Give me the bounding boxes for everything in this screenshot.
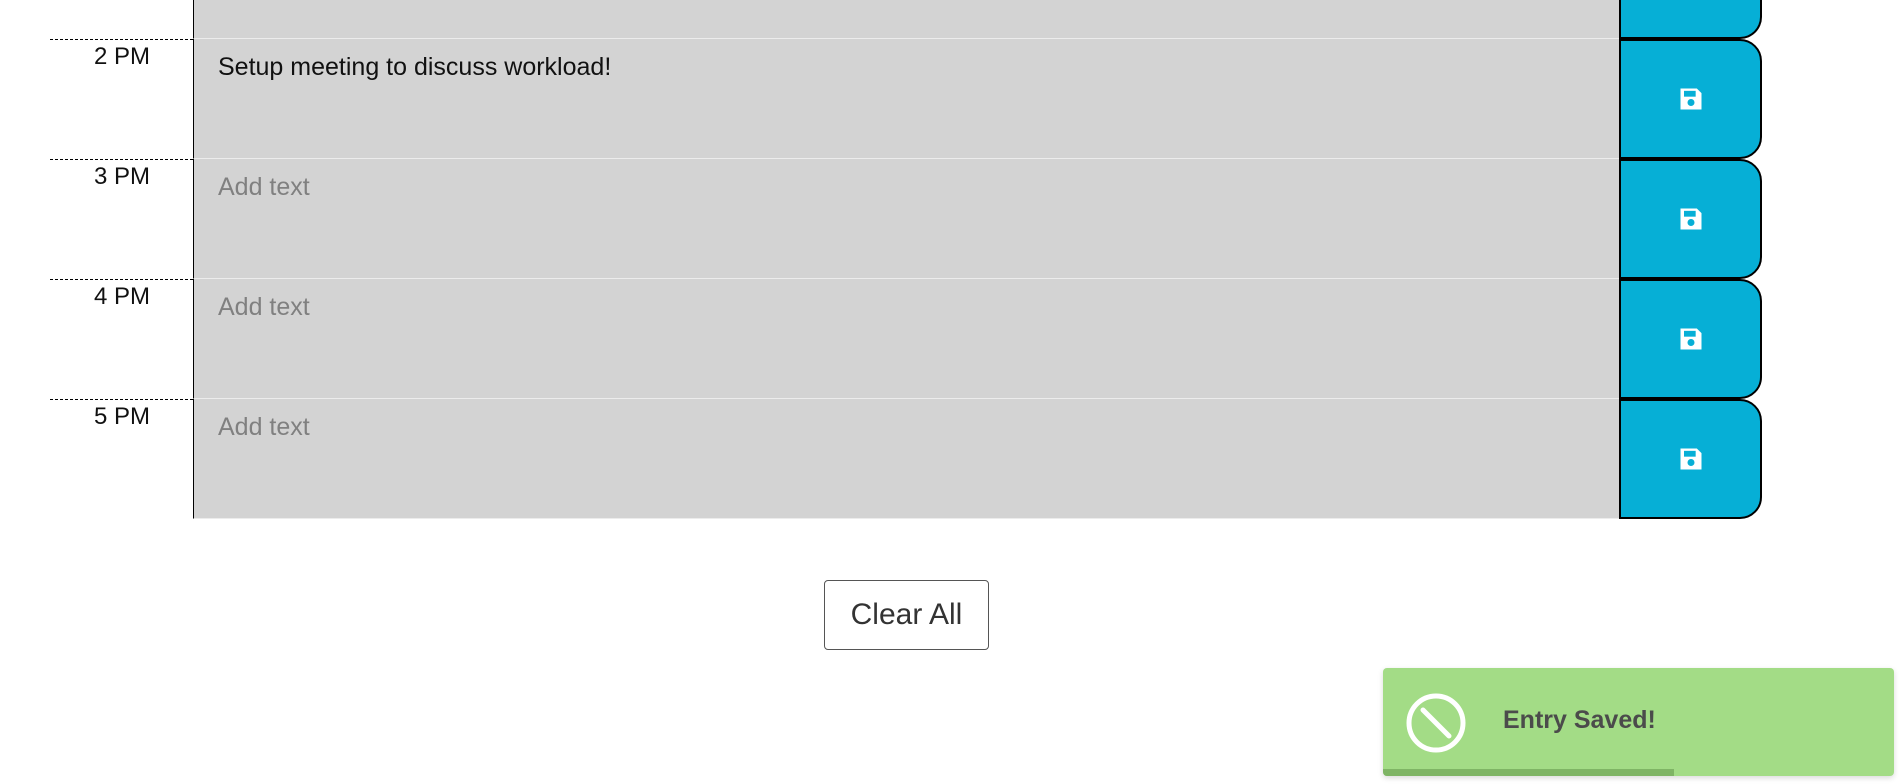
toast-progress-bar	[1383, 769, 1675, 776]
scheduler: 2 PM Setup meeting to discuss workload! …	[50, 0, 1762, 519]
hour-label: 2 PM	[50, 39, 193, 159]
save-button[interactable]	[1619, 279, 1762, 399]
description-textarea[interactable]: Add text	[193, 399, 1619, 519]
clear-container: Clear All	[824, 580, 989, 650]
time-block: 5 PM Add text	[50, 399, 1762, 519]
floppy-disk-icon	[1680, 328, 1701, 350]
hour-label: 3 PM	[50, 159, 193, 279]
time-block	[50, 0, 1762, 39]
description-textarea[interactable]: Setup meeting to discuss workload!	[193, 39, 1619, 159]
toast-notification[interactable]: Entry Saved!	[1383, 668, 1894, 776]
clear-all-button[interactable]: Clear All	[824, 580, 989, 650]
floppy-disk-icon	[1680, 448, 1701, 470]
description-textarea[interactable]: Add text	[193, 159, 1619, 279]
description-textarea[interactable]: Add text	[193, 279, 1619, 399]
save-button[interactable]	[1619, 399, 1762, 519]
toast-message: Entry Saved!	[1503, 706, 1656, 734]
time-block: 4 PM Add text	[50, 279, 1762, 399]
hour-label: 5 PM	[50, 399, 193, 519]
description-textarea[interactable]	[193, 0, 1619, 39]
time-block: 3 PM Add text	[50, 159, 1762, 279]
save-button[interactable]	[1619, 39, 1762, 159]
floppy-disk-icon	[1680, 208, 1701, 230]
hour-label	[50, 0, 193, 39]
ban-circle-icon	[1406, 693, 1466, 753]
save-button[interactable]	[1619, 0, 1762, 39]
time-block: 2 PM Setup meeting to discuss workload!	[50, 39, 1762, 159]
save-button[interactable]	[1619, 159, 1762, 279]
hour-label: 4 PM	[50, 279, 193, 399]
floppy-disk-icon	[1680, 88, 1701, 110]
